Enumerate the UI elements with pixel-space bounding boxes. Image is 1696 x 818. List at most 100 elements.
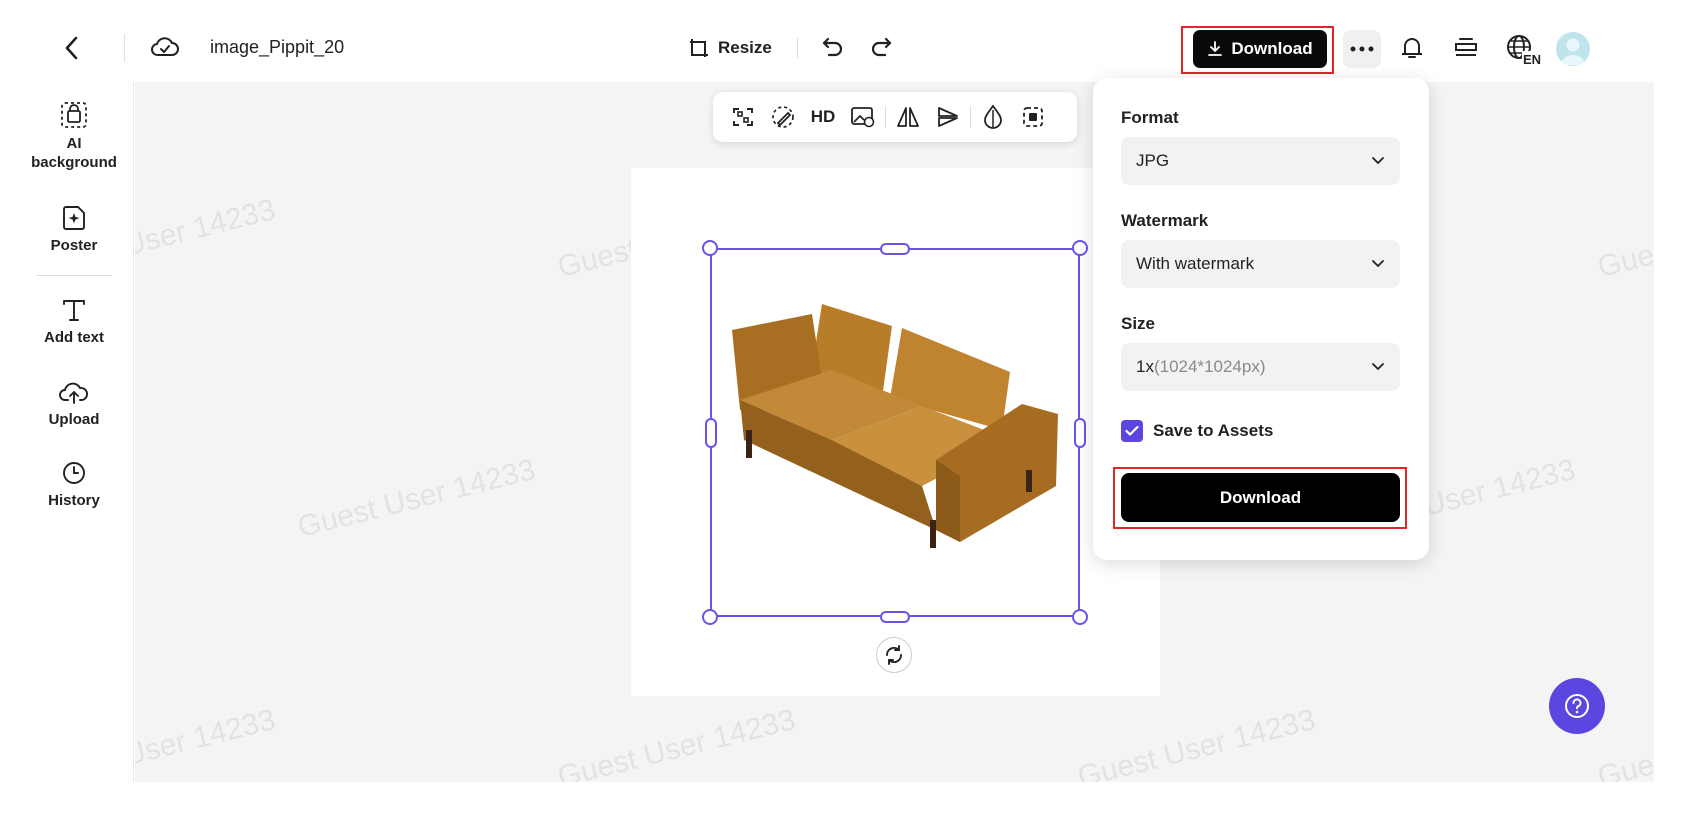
hd-label: HD [810, 107, 836, 126]
cloud-icon [151, 37, 179, 56]
download-icon [1208, 41, 1223, 56]
text-icon [63, 300, 85, 321]
resize-handle-top-right[interactable] [1072, 240, 1088, 256]
magic-eraser-button[interactable] [763, 97, 803, 137]
help-icon [1565, 694, 1589, 718]
download-panel: Format JPG Watermark With watermark Size… [1093, 78, 1429, 560]
sidebar-item-upload[interactable]: Upload [14, 378, 134, 429]
save-to-assets-checkbox[interactable]: Save to Assets [1121, 420, 1273, 442]
help-button[interactable] [1549, 678, 1605, 734]
opacity-button[interactable] [973, 97, 1013, 137]
sidebar-item-add-text[interactable]: Add text [14, 296, 134, 347]
ai-background-icon [61, 102, 87, 128]
watermark-text: Guest User 14233 [1594, 193, 1654, 284]
download-button-label: Download [1231, 39, 1313, 58]
undo-button[interactable] [820, 34, 848, 62]
image-toolbar: HD [713, 92, 1077, 142]
avatar-icon [1561, 38, 1585, 65]
flip-vertical-icon [938, 107, 958, 127]
resize-handle-bottom[interactable] [880, 611, 910, 623]
back-button[interactable] [58, 32, 84, 64]
resize-icon [690, 39, 708, 57]
notifications-button[interactable] [1397, 33, 1429, 65]
size-value: 1x [1136, 357, 1154, 376]
more-icon [1350, 46, 1374, 52]
magic-eraser-icon [772, 106, 794, 128]
redo-icon [871, 37, 892, 57]
check-icon [1125, 425, 1139, 436]
divider [36, 275, 112, 276]
sidebar-item-label: Upload [48, 411, 100, 428]
panel-download-button[interactable]: Download [1121, 473, 1400, 522]
opacity-icon [984, 104, 1002, 129]
resize-handle-top[interactable] [880, 243, 910, 255]
divider [797, 38, 798, 58]
resize-handle-bottom-right[interactable] [1072, 609, 1088, 625]
top-bar: image_Pippit_20 Resize Download EN [0, 0, 1696, 82]
hd-button[interactable]: HD [803, 97, 843, 137]
resize-handle-top-left[interactable] [702, 240, 718, 256]
sidebar-item-label: Poster [50, 237, 98, 254]
format-label: Format [1121, 108, 1179, 127]
checkbox-checked[interactable] [1121, 420, 1143, 442]
watermark-value: With watermark [1136, 254, 1255, 273]
resize-handle-right[interactable] [1074, 418, 1086, 448]
resize-handle-left[interactable] [705, 418, 717, 448]
sidebar-item-history[interactable]: History [14, 459, 134, 510]
resize-handle-bottom-left[interactable] [702, 609, 718, 625]
flip-horizontal-button[interactable] [888, 97, 928, 137]
left-sidebar: AI background Poster Add text Upload His… [14, 82, 134, 782]
watermark-text: Guest User 14233 [554, 703, 799, 782]
sidebar-item-label: History [48, 492, 100, 509]
watermark-select[interactable]: With watermark [1121, 240, 1400, 288]
upload-cloud-icon [59, 382, 88, 404]
undo-icon [822, 37, 843, 57]
chevron-down-icon [1372, 260, 1384, 268]
sidebar-item-poster[interactable]: Poster [14, 204, 134, 255]
file-name[interactable]: image_Pippit_20 [210, 37, 345, 58]
resize-button[interactable]: Resize [688, 34, 772, 62]
watermark-label: Watermark [1121, 211, 1209, 230]
poster-icon [63, 206, 85, 230]
flip-vertical-button[interactable] [928, 97, 968, 137]
language-badge: EN [1523, 52, 1541, 67]
resize-label: Resize [718, 38, 772, 57]
watermark-text: Guest User 14233 [135, 193, 279, 284]
clock-icon [63, 462, 85, 484]
divider [124, 34, 125, 62]
layers-button[interactable] [1451, 33, 1483, 65]
rotate-icon [886, 645, 902, 665]
chevron-down-icon [1372, 157, 1384, 165]
watermark-text: Guest User 14233 [135, 703, 279, 782]
focus-button[interactable] [1013, 97, 1053, 137]
sidebar-item-ai-background[interactable]: AI background [14, 100, 134, 172]
download-button[interactable]: Download [1193, 30, 1327, 68]
rotate-handle[interactable] [876, 637, 912, 673]
image-replace-button[interactable] [843, 97, 883, 137]
sidebar-item-label: AI background [31, 135, 117, 171]
watermark-text: Guest User 14233 [1074, 703, 1319, 782]
format-select[interactable]: JPG [1121, 137, 1400, 185]
redo-button[interactable] [868, 34, 896, 62]
size-label: Size [1121, 314, 1156, 333]
layers-icon [1455, 38, 1477, 56]
globe-icon: EN [1507, 35, 1543, 67]
cloud-sync-button[interactable] [150, 34, 182, 62]
format-value: JPG [1136, 151, 1170, 170]
avatar[interactable] [1556, 32, 1590, 66]
divider [885, 106, 886, 128]
image-replace-icon [851, 107, 875, 128]
cutout-icon [733, 108, 753, 126]
focus-icon [1023, 107, 1043, 127]
selection-frame[interactable] [710, 248, 1080, 617]
divider [970, 106, 971, 128]
more-options-button[interactable] [1343, 30, 1381, 68]
cutout-button[interactable] [723, 97, 763, 137]
size-detail: (1024*1024px) [1153, 357, 1266, 376]
chevron-down-icon [1372, 363, 1384, 371]
size-select[interactable]: 1x (1024*1024px) [1121, 343, 1400, 391]
save-to-assets-label: Save to Assets [1153, 421, 1274, 440]
chevron-left-icon [65, 36, 78, 60]
bell-icon [1402, 38, 1422, 58]
language-button[interactable]: EN [1504, 32, 1544, 68]
